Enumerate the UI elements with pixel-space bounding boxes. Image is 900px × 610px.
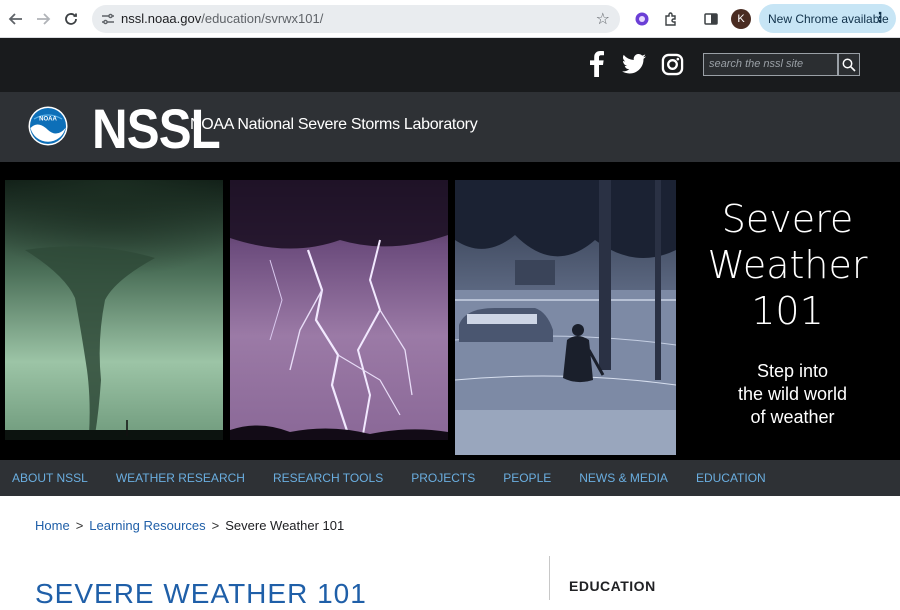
nav-news-media[interactable]: NEWS & MEDIA [579,471,668,485]
instagram-icon[interactable] [659,50,685,78]
column-divider [549,556,550,600]
bookmark-star-icon[interactable]: ☆ [596,9,610,29]
extensions-puzzle-icon[interactable] [661,9,681,29]
address-bar[interactable]: nssl.noaa.gov/education/svrwx101/ ☆ [92,5,620,33]
sidebar-heading: EDUCATION [569,578,656,594]
facebook-icon[interactable] [586,50,608,78]
breadcrumb: Home > Learning Resources > Severe Weather 1… [35,518,345,533]
chrome-update-button[interactable]: New Chrome available ⋮ [759,4,896,33]
lab-name: NOAA National Severe Storms Laboratory [190,116,478,133]
page-title: SEVERE WEATHER 101 [35,578,367,609]
breadcrumb-home-link[interactable]: Home [35,518,70,533]
nav-about-nssl[interactable]: ABOUT NSSL [12,471,88,485]
site-settings-icon[interactable] [100,11,116,27]
search-button[interactable] [838,53,860,76]
site-search-input[interactable]: search the nssl site [703,53,838,76]
search-icon [842,58,856,72]
nav-education[interactable]: EDUCATION [696,471,766,485]
profile-avatar[interactable]: K [731,9,751,29]
breadcrumb-learning-link[interactable]: Learning Resources [89,518,205,533]
svg-text:NOAA: NOAA [39,117,57,123]
browser-toolbar: nssl.noaa.gov/education/svrwx101/ ☆ K Ne… [0,0,900,38]
url-text: nssl.noaa.gov/education/svrwx101/ [121,11,324,26]
tornado-photo [5,180,223,440]
hero-title: Severe Weather 101 [707,197,868,333]
update-label: New Chrome available [768,11,889,26]
noaa-logo[interactable]: NOAA [28,106,68,146]
twitter-icon[interactable] [621,50,647,78]
flood-photo [455,180,676,455]
side-panel-icon[interactable] [701,9,721,29]
extension-icon[interactable] [632,9,652,29]
reload-icon[interactable] [60,8,82,30]
nav-people[interactable]: PEOPLE [503,471,551,485]
nav-weather-research[interactable]: WEATHER RESEARCH [116,471,245,485]
nav-projects[interactable]: PROJECTS [411,471,475,485]
back-icon[interactable] [5,8,27,30]
forward-icon[interactable] [32,8,54,30]
hero-subtitle: Step into the wild world of weather [737,361,848,427]
lightning-photo [230,180,448,440]
breadcrumb-current: Severe Weather 101 [225,518,345,533]
more-menu-icon[interactable]: ⋮ [873,9,887,26]
main-navigation: ABOUT NSSL WEATHER RESEARCH RESEARCH TOO… [0,460,900,496]
nav-research-tools[interactable]: RESEARCH TOOLS [273,471,383,485]
